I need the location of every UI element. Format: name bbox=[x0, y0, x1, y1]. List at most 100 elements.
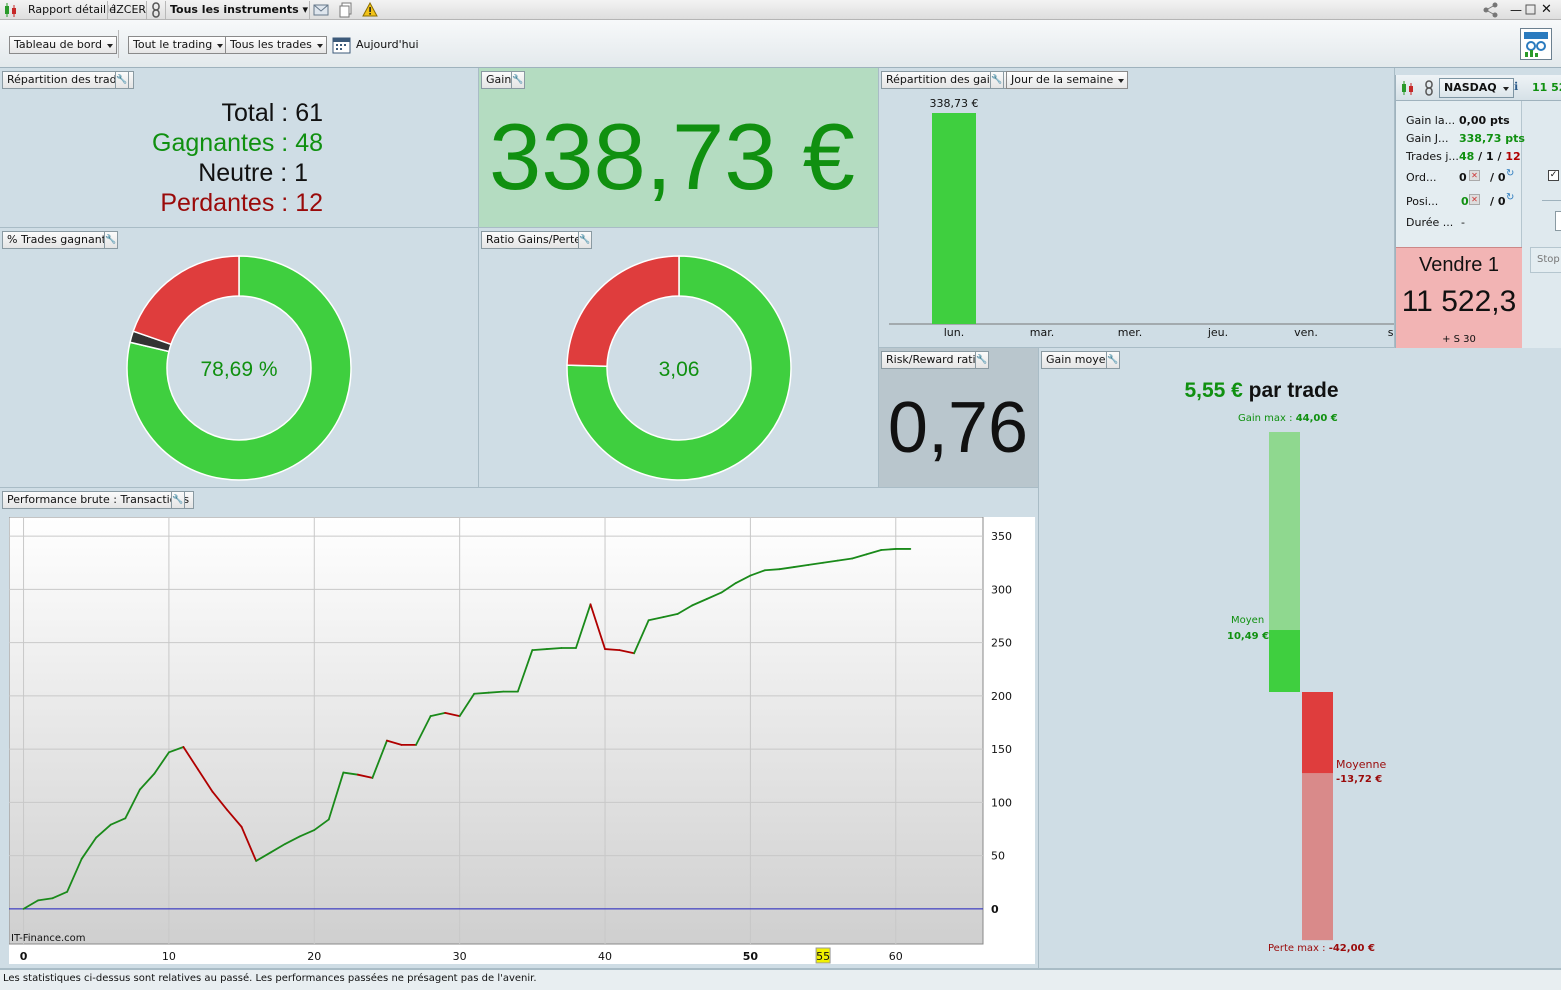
info-icon[interactable]: ℹ bbox=[1514, 80, 1518, 93]
toolbar: Tableau de bord Tout le trading Tous les… bbox=[0, 20, 1561, 68]
checkbox[interactable]: ✓ bbox=[1548, 170, 1559, 181]
sell-label: Vendre 1 bbox=[1418, 254, 1500, 276]
warning-icon[interactable] bbox=[362, 1, 378, 18]
bar-lun. bbox=[932, 113, 976, 324]
wrench-icon[interactable]: 🔧 bbox=[511, 71, 525, 89]
y-tick-100: 100 bbox=[991, 796, 1012, 809]
share-icon[interactable] bbox=[1482, 2, 1500, 18]
stat-label: Posi... bbox=[1406, 195, 1439, 208]
risk-reward-value: 0,76 bbox=[887, 388, 1029, 468]
instrument-dropdown[interactable]: NASDAQ bbox=[1439, 78, 1514, 98]
stat-value: 48 / 1 / 12 bbox=[1459, 150, 1521, 163]
stat-label: Trades j... bbox=[1406, 150, 1459, 163]
gains-distribution-panel: Répartition des gains 🔧 Jour de la semai… bbox=[879, 68, 1395, 348]
avg-loss-label: Moyenne bbox=[1336, 758, 1387, 771]
close-icon[interactable]: ✕ bbox=[1541, 2, 1552, 18]
title-bar: Rapport détaillé IZCER Tous les instrume… bbox=[0, 0, 1561, 20]
wrench-icon[interactable]: 🔧 bbox=[171, 491, 185, 509]
avg-gain-label: Moyen bbox=[1231, 615, 1265, 626]
ratio-donut: 3,06 bbox=[566, 255, 792, 481]
mail-icon[interactable] bbox=[313, 2, 329, 18]
trades-distribution-panel: Répartition des trades 🔧 Total : 61 Gagn… bbox=[0, 68, 479, 228]
quantity-input[interactable] bbox=[1555, 211, 1561, 231]
close-positions-icon[interactable]: ✕ bbox=[1469, 194, 1480, 205]
report-title[interactable]: Rapport détaillé bbox=[28, 2, 116, 18]
line-segment bbox=[531, 648, 548, 652]
gain-value: 338,73 € bbox=[489, 104, 855, 209]
line-segment bbox=[487, 690, 505, 694]
stat-value: 0 bbox=[1459, 171, 1467, 184]
link-icon[interactable] bbox=[151, 2, 161, 18]
candlestick-icon[interactable] bbox=[1400, 80, 1416, 99]
x-tick-0: 0 bbox=[20, 950, 28, 963]
donut-slice-losses bbox=[566, 255, 680, 367]
performance-panel: Performance brute : Transactions 🔧 0 10 20… bbox=[0, 488, 1039, 969]
refresh-icon[interactable]: ↻ bbox=[1506, 192, 1514, 203]
line-segment bbox=[473, 691, 490, 695]
avg-loss-value: -13,72 € bbox=[1336, 774, 1383, 785]
line-segment bbox=[545, 647, 563, 650]
highlight-tick-label: 55 bbox=[816, 950, 830, 963]
average-gain-chart bbox=[1269, 432, 1333, 941]
plot-area bbox=[9, 517, 984, 945]
panel-title: Performance brute : Transactions bbox=[2, 491, 195, 509]
date-label[interactable]: Aujourd'hui bbox=[356, 38, 419, 51]
stop-button[interactable]: Stop bbox=[1530, 247, 1561, 273]
link-icon[interactable] bbox=[1424, 80, 1434, 99]
minimize-icon[interactable]: — bbox=[1510, 2, 1522, 18]
line-segment bbox=[604, 648, 621, 652]
y-tick-200: 200 bbox=[991, 690, 1012, 703]
account-label[interactable]: IZCER bbox=[113, 2, 146, 18]
status-bar: Les statistiques ci-dessus sont relative… bbox=[0, 969, 1561, 990]
stat-label: Durée ... bbox=[1406, 216, 1454, 229]
y-tick-150: 150 bbox=[991, 743, 1012, 756]
x-tick-20: 20 bbox=[307, 950, 321, 963]
y-tick-50: 50 bbox=[991, 850, 1005, 863]
stat-value: / 0 bbox=[1490, 171, 1506, 184]
stat-value: / 0 bbox=[1490, 195, 1506, 208]
stat-value: - bbox=[1461, 216, 1465, 229]
scope-dropdown[interactable]: Tout le trading bbox=[128, 36, 228, 54]
sell-button[interactable]: Vendre 1 11 522,3 + S 30 bbox=[1396, 247, 1522, 348]
performance-line-chart: 0 10 20 30 40 50 60 0 50 100 150 200 250 300 350 55 IT-F… bbox=[9, 517, 1035, 964]
donut-slice-losing bbox=[132, 255, 240, 346]
calendar-icon[interactable] bbox=[332, 35, 352, 58]
instrument-stats: Gain la... 0,00 pts Gain J... 338,73 pts… bbox=[1396, 101, 1525, 247]
wrench-icon[interactable]: 🔧 bbox=[975, 351, 989, 369]
panel-title: Risk/Reward ratio bbox=[881, 351, 988, 369]
max-gain-label: Gain max : 44,00 € bbox=[1238, 413, 1338, 424]
stat-value: 0,00 pts bbox=[1459, 114, 1510, 127]
y-tick-350: 350 bbox=[991, 530, 1012, 543]
x-tick-40: 40 bbox=[598, 950, 612, 963]
cancel-orders-icon[interactable]: ✕ bbox=[1469, 170, 1480, 181]
stat-value: 0 bbox=[1461, 195, 1469, 208]
tick-label-sa: sa bbox=[1388, 326, 1395, 339]
line-segment bbox=[764, 568, 781, 572]
gain-loss-ratio-panel: Ratio Gains/Pertes 🔧 3,06 bbox=[479, 228, 879, 488]
tick-label-mer.: mer. bbox=[1118, 326, 1143, 339]
refresh-icon[interactable]: ↻ bbox=[1506, 168, 1514, 179]
losing-trades: Perdantes : 12 bbox=[160, 189, 323, 217]
copy-icon[interactable] bbox=[338, 2, 354, 18]
trades-dropdown[interactable]: Tous les trades bbox=[225, 36, 327, 54]
risk-reward-panel: Risk/Reward ratio 🔧 0,76 bbox=[879, 348, 1039, 488]
y-tick-300: 300 bbox=[991, 583, 1012, 596]
max-loss-label: Perte max : -42,00 € bbox=[1268, 943, 1375, 954]
weekday-bar-chart: 338,73 € lun. mar. mer. jeu. ven. sa bbox=[889, 97, 1395, 339]
tick-label-jeu.: jeu. bbox=[1207, 326, 1228, 339]
line-segment bbox=[880, 548, 897, 551]
instrument-header: NASDAQ ℹ 11 52 bbox=[1396, 75, 1561, 101]
instruments-dropdown[interactable]: Tous les instruments ▾ bbox=[170, 2, 308, 18]
dashboard-dropdown[interactable]: Tableau de bord bbox=[9, 36, 117, 54]
stat-label: Ord... bbox=[1406, 171, 1437, 184]
instrument-side-panel: NASDAQ ℹ 11 52 Gain la... 0,00 pts Gain … bbox=[1395, 75, 1561, 348]
gain-panel: Gain 🔧 338,73 € bbox=[479, 68, 879, 228]
wrench-icon[interactable]: 🔧 bbox=[115, 71, 129, 89]
winning-trades: Gagnantes : 48 bbox=[152, 129, 323, 157]
avg-gain-value: 10,49 € bbox=[1227, 631, 1270, 642]
donut-center-label: 3,06 bbox=[659, 358, 700, 381]
maximize-icon[interactable] bbox=[1525, 2, 1537, 18]
report-settings-icon[interactable] bbox=[1520, 28, 1552, 60]
stat-label: Gain J... bbox=[1406, 132, 1449, 145]
total-trades: Total : 61 bbox=[221, 99, 323, 127]
